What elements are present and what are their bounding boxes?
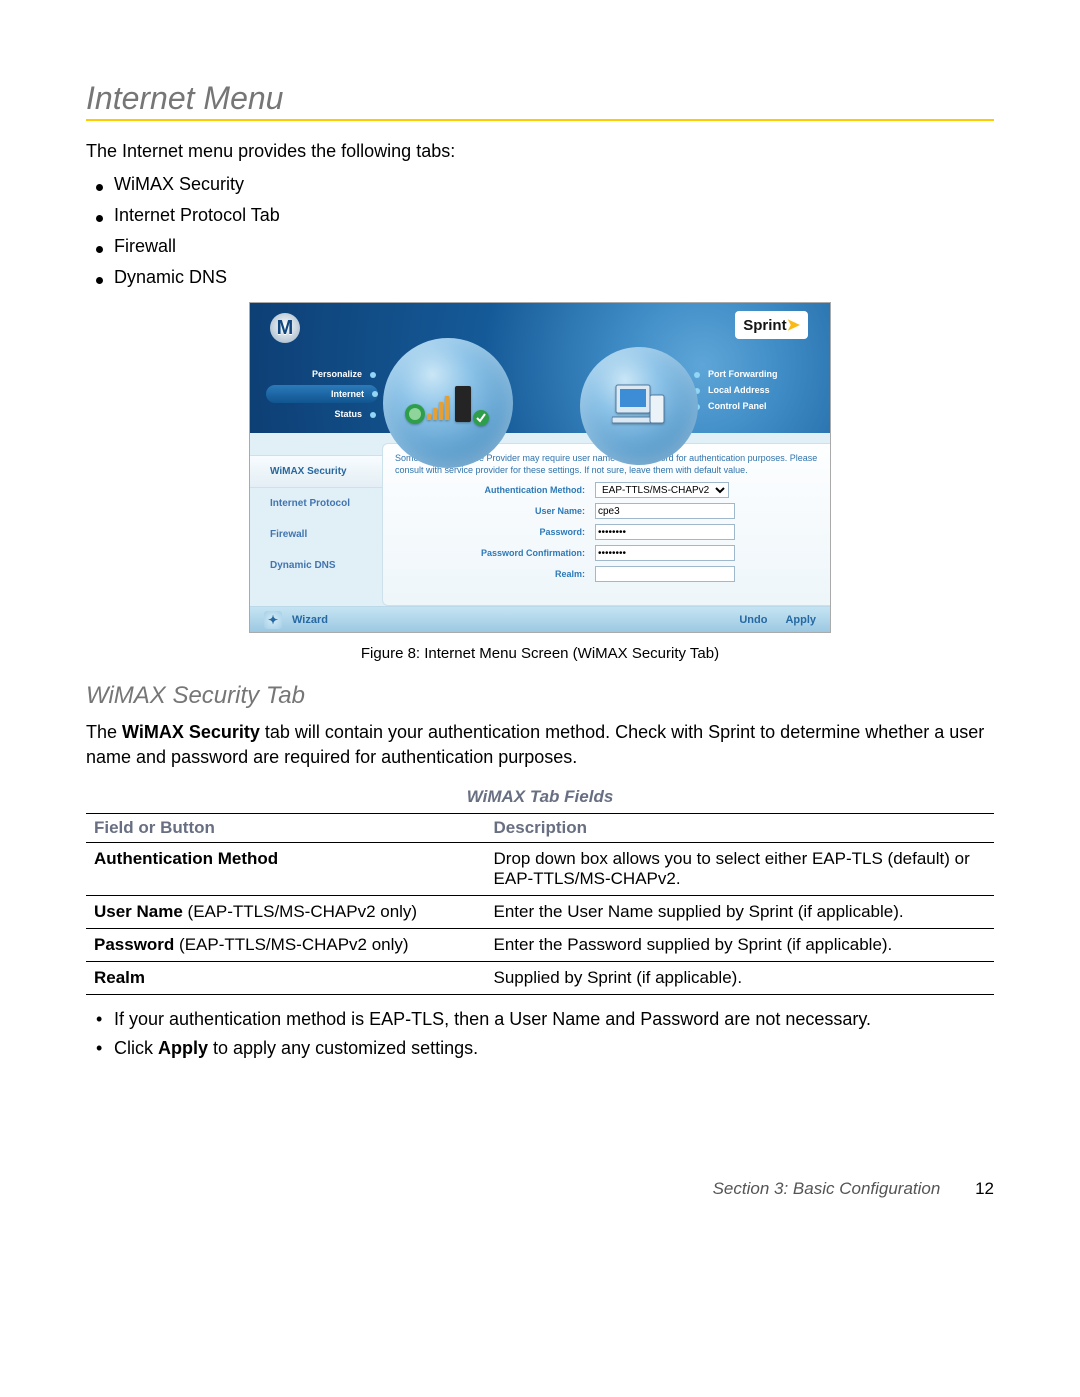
list-item: Firewall	[96, 236, 994, 257]
sprint-logo-text: Sprint	[743, 317, 786, 334]
section-paragraph: The WiMAX Security tab will contain your…	[86, 720, 994, 769]
nav-item-status[interactable]: Status	[268, 409, 376, 419]
nav-item-port-forwarding[interactable]: Port Forwarding	[694, 369, 812, 379]
side-tab-list: WiMAX Security Internet Protocol Firewal…	[250, 443, 382, 606]
modem-ui-screenshot: M Sprint➤ Personalize Internet Status Po…	[249, 302, 831, 633]
auth-method-select[interactable]: EAP-TTLS/MS-CHAPv2	[595, 482, 729, 498]
sprint-logo: Sprint➤	[735, 311, 808, 339]
list-item: Dynamic DNS	[96, 267, 994, 288]
footer-page-number: 12	[975, 1179, 994, 1198]
table-row: Authentication Method Drop down box allo…	[86, 842, 994, 895]
auth-method-label: Authentication Method:	[395, 485, 595, 495]
password-input[interactable]	[595, 524, 735, 540]
table-row: Password (EAP-TTLS/MS-CHAPv2 only) Enter…	[86, 928, 994, 961]
sprint-fan-icon: ➤	[787, 317, 800, 334]
footer-section: Section 3: Basic Configuration	[713, 1179, 941, 1198]
page-title: Internet Menu	[86, 80, 994, 121]
username-input[interactable]	[595, 503, 735, 519]
table-title: WiMAX Tab Fields	[86, 787, 994, 807]
realm-label: Realm:	[395, 569, 595, 579]
username-label: User Name:	[395, 506, 595, 516]
nav-left-menu: Personalize Internet Status	[268, 363, 376, 425]
hero-modem-icon	[383, 338, 513, 468]
motorola-logo-icon: M	[270, 313, 300, 343]
list-item: WiMAX Security	[96, 174, 994, 195]
nav-item-internet[interactable]: Internet	[266, 385, 378, 403]
table-header-field: Field or Button	[86, 813, 486, 842]
section-heading-wimax-security: WiMAX Security Tab	[86, 682, 994, 710]
nav-item-control-panel[interactable]: Control Panel	[694, 401, 812, 411]
nav-item-local-address[interactable]: Local Address	[694, 385, 812, 395]
apply-button[interactable]: Apply	[785, 614, 816, 626]
side-tab-firewall[interactable]: Firewall	[250, 519, 382, 550]
side-tab-wimax-security[interactable]: WiMAX Security	[250, 455, 382, 488]
nav-right-menu: Port Forwarding Local Address Control Pa…	[694, 363, 812, 417]
side-tab-dynamic-dns[interactable]: Dynamic DNS	[250, 550, 382, 581]
hero-computer-icon	[580, 347, 698, 465]
intro-text: The Internet menu provides the following…	[86, 141, 994, 162]
table-row: Realm Supplied by Sprint (if applicable)…	[86, 961, 994, 994]
list-item: Click Apply to apply any customized sett…	[96, 1038, 994, 1059]
wizard-button[interactable]: Wizard	[292, 614, 328, 626]
password-confirm-input[interactable]	[595, 545, 735, 561]
wimax-fields-table: Field or Button Description Authenticati…	[86, 813, 994, 995]
realm-input[interactable]	[595, 566, 735, 582]
side-tab-internet-protocol[interactable]: Internet Protocol	[250, 488, 382, 519]
list-item: Internet Protocol Tab	[96, 205, 994, 226]
table-header-desc: Description	[486, 813, 994, 842]
page-footer: Section 3: Basic Configuration 12	[86, 1179, 994, 1199]
table-row: User Name (EAP-TTLS/MS-CHAPv2 only) Ente…	[86, 895, 994, 928]
nav-item-personalize[interactable]: Personalize	[268, 369, 376, 379]
password-confirm-label: Password Confirmation:	[395, 548, 595, 558]
tabs-bullet-list: WiMAX Security Internet Protocol Tab Fir…	[86, 174, 994, 288]
notes-list: If your authentication method is EAP-TLS…	[96, 1009, 994, 1059]
wizard-icon: ✦	[264, 611, 282, 629]
password-label: Password:	[395, 527, 595, 537]
list-item: If your authentication method is EAP-TLS…	[96, 1009, 994, 1030]
undo-button[interactable]: Undo	[739, 614, 767, 626]
figure-caption: Figure 8: Internet Menu Screen (WiMAX Se…	[86, 645, 994, 662]
